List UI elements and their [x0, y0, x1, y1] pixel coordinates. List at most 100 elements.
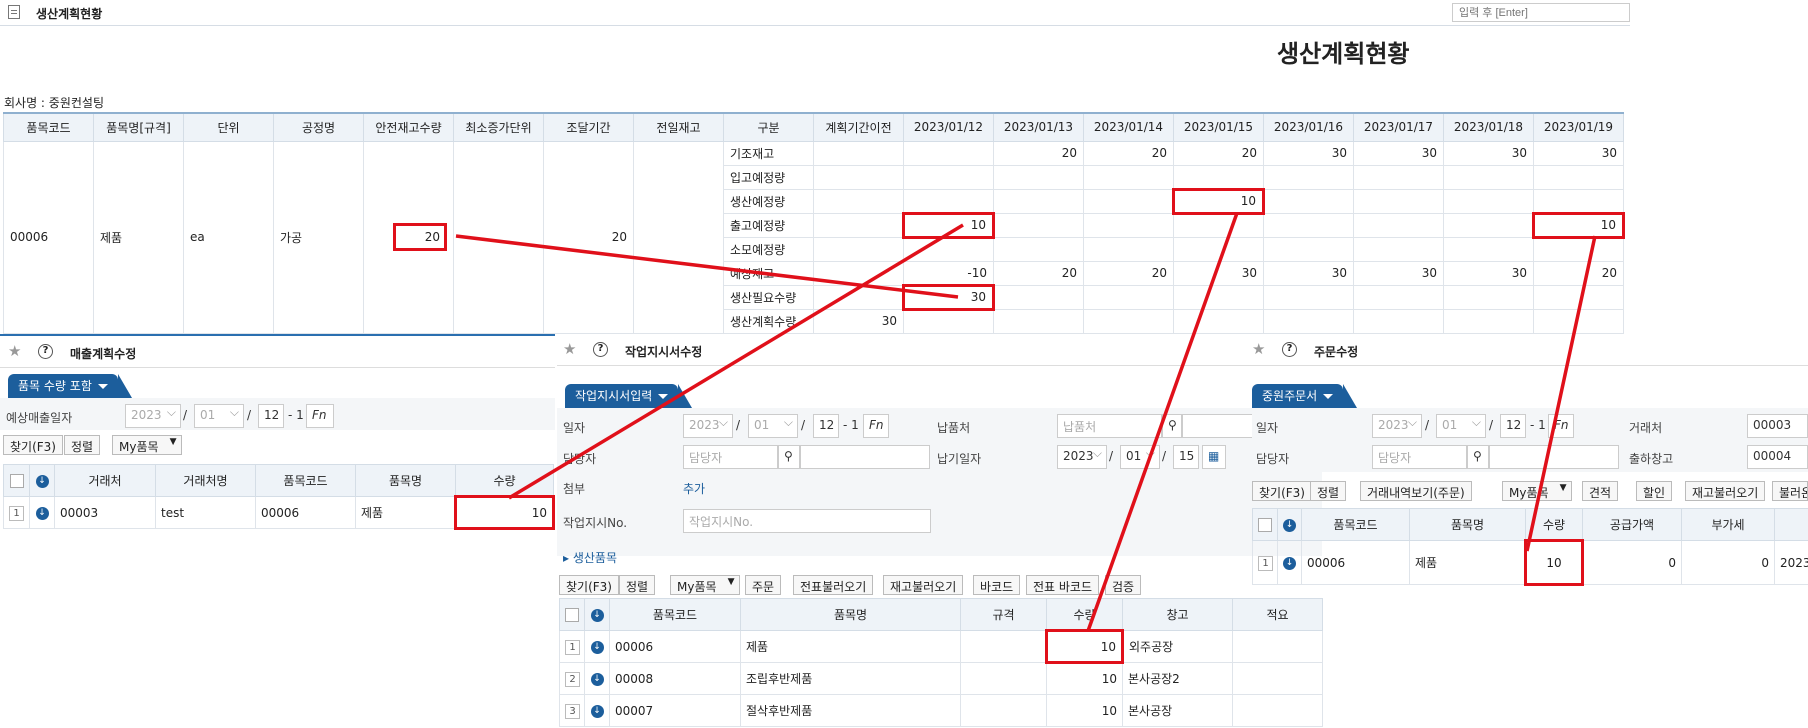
- download-icon[interactable]: ↓: [35, 474, 49, 488]
- cell-item-code[interactable]: 00008: [609, 662, 741, 695]
- supplier-search-icon[interactable]: ⚲: [1162, 414, 1182, 438]
- star-icon[interactable]: ★: [563, 340, 576, 358]
- col-qty[interactable]: 수량: [455, 464, 554, 497]
- fn-button[interactable]: Fn: [863, 414, 889, 438]
- month-select[interactable]: 01: [194, 404, 244, 428]
- col-supply[interactable]: 공급가액: [1582, 508, 1682, 541]
- col-warehouse[interactable]: 창고: [1122, 598, 1233, 631]
- history-button[interactable]: 거래내역보기(주문): [1360, 481, 1472, 501]
- cell-qty[interactable]: 10: [1046, 694, 1123, 727]
- cell-item-code[interactable]: 00006: [609, 630, 741, 663]
- search-input[interactable]: [1452, 3, 1630, 22]
- row-action-icon[interactable]: ↓: [35, 506, 49, 520]
- col-spec[interactable]: 규격: [960, 598, 1047, 631]
- section-production-items[interactable]: ▸ 생산품목: [563, 549, 617, 566]
- calendar-icon[interactable]: ▦: [1202, 445, 1226, 469]
- col-vendor[interactable]: 거래처: [54, 464, 156, 497]
- col-item-code[interactable]: 품목코드: [255, 464, 356, 497]
- manager-input[interactable]: 담당자: [1372, 445, 1467, 469]
- table-row[interactable]: 2 ↓ 00008 조립후반제품 10 본사공장2: [559, 662, 1323, 695]
- cell-item-name[interactable]: 조립후반제품: [740, 662, 961, 695]
- table-row[interactable]: 1 ↓ 00006 제품 10 0 0 2023/01/19: [1252, 539, 1808, 586]
- tab-item-qty[interactable]: 품목 수량 포함: [8, 374, 132, 398]
- col-item-code[interactable]: 품목코드: [1301, 508, 1410, 541]
- cell-spec[interactable]: [960, 662, 1047, 695]
- cell-item-name[interactable]: 제품: [1409, 540, 1526, 585]
- fn-button[interactable]: Fn: [1548, 414, 1574, 438]
- row-action-icon[interactable]: ↓: [590, 640, 604, 654]
- cell-note[interactable]: [1232, 694, 1323, 727]
- col-item-code[interactable]: 품목코드: [609, 598, 741, 631]
- find-button[interactable]: 찾기(F3): [3, 435, 63, 455]
- my-items-button[interactable]: My품목 ▼: [1502, 481, 1572, 501]
- col-note[interactable]: 적요: [1232, 598, 1323, 631]
- due-month-select[interactable]: 01: [1120, 445, 1160, 469]
- col-qty[interactable]: 수량: [1046, 598, 1123, 631]
- vendor-input[interactable]: 00003: [1747, 414, 1808, 438]
- help-icon[interactable]: ?: [1282, 342, 1297, 357]
- select-all-checkbox[interactable]: [1258, 517, 1272, 532]
- download-icon[interactable]: ↓: [590, 608, 604, 622]
- manager-search-icon[interactable]: ⚲: [1467, 445, 1489, 469]
- wo-no-input[interactable]: 작업지시No.: [683, 509, 931, 533]
- cell-vendor-name[interactable]: test: [155, 496, 256, 529]
- sort-button[interactable]: 정렬: [1310, 481, 1347, 501]
- slip-barcode-button[interactable]: 전표 바코드: [1026, 575, 1100, 595]
- cell-note[interactable]: [1232, 662, 1323, 695]
- download-icon[interactable]: ↓: [1283, 518, 1296, 532]
- year-select[interactable]: 2023: [1372, 414, 1422, 438]
- tab-work-order-input[interactable]: 작업지시서입력: [565, 384, 693, 408]
- table-row[interactable]: 3 ↓ 00007 절삭후반제품 10 본사공장: [559, 694, 1323, 727]
- day-input[interactable]: 12: [1500, 414, 1526, 438]
- month-select[interactable]: 01: [748, 414, 798, 438]
- manager-search-icon[interactable]: ⚲: [778, 445, 800, 469]
- cell-item-code[interactable]: 00006: [255, 496, 356, 529]
- col-item-name[interactable]: 품목명: [355, 464, 456, 497]
- quote-button[interactable]: 견적: [1582, 481, 1619, 501]
- sort-button[interactable]: 정렬: [64, 435, 101, 455]
- year-select[interactable]: 2023: [125, 404, 181, 428]
- cell-spec[interactable]: [960, 694, 1047, 727]
- load-stock-button[interactable]: 재고불러오기: [883, 575, 964, 595]
- cell-item-code[interactable]: 00007: [609, 694, 741, 727]
- barcode-button[interactable]: 바코드: [973, 575, 1021, 595]
- cell-qty[interactable]: 10: [1524, 539, 1584, 586]
- verify-button[interactable]: 검증: [1105, 575, 1142, 595]
- cell-qty[interactable]: 10: [1046, 662, 1123, 695]
- select-all-checkbox[interactable]: [565, 607, 579, 622]
- day-input[interactable]: 12: [258, 404, 284, 428]
- col-item-name[interactable]: 품목명: [1409, 508, 1526, 541]
- star-icon[interactable]: ★: [8, 342, 21, 360]
- sort-button[interactable]: 정렬: [619, 575, 656, 595]
- discount-button[interactable]: 할인: [1636, 481, 1673, 501]
- row-action-icon[interactable]: ↓: [590, 704, 604, 718]
- manager-name-input[interactable]: [800, 445, 930, 469]
- cell-item-code[interactable]: 00006: [1301, 540, 1410, 585]
- cell-vat[interactable]: 0: [1681, 540, 1775, 585]
- cell-warehouse[interactable]: 본사공장: [1122, 694, 1233, 727]
- cell-item-name[interactable]: 제품: [740, 630, 961, 663]
- find-button[interactable]: 찾기(F3): [1252, 481, 1312, 501]
- load-button[interactable]: 불러온: [1772, 481, 1808, 501]
- col-date[interactable]: 납: [1774, 508, 1808, 541]
- help-icon[interactable]: ?: [593, 342, 608, 357]
- table-row[interactable]: 1 ↓ 00003 test 00006 제품 10: [3, 495, 555, 530]
- supplier-input[interactable]: 납품처: [1057, 414, 1162, 438]
- cell-warehouse[interactable]: 외주공장: [1122, 630, 1233, 663]
- tab-order-form[interactable]: 중원주문서: [1252, 384, 1358, 408]
- cell-supply[interactable]: 0: [1582, 540, 1682, 585]
- due-year-select[interactable]: 2023: [1057, 445, 1107, 469]
- manager-input[interactable]: 담당자: [683, 445, 778, 469]
- due-day-input[interactable]: 15: [1173, 445, 1199, 469]
- cell-date[interactable]: 2023/01/19: [1774, 540, 1808, 585]
- help-icon[interactable]: ?: [38, 344, 53, 359]
- load-stock-button[interactable]: 재고불러오기: [1685, 481, 1766, 501]
- cell-item-name[interactable]: 절삭후반제품: [740, 694, 961, 727]
- find-button[interactable]: 찾기(F3): [559, 575, 619, 595]
- cell-qty[interactable]: 10: [454, 495, 555, 530]
- cell-spec[interactable]: [960, 630, 1047, 663]
- cell-item-name[interactable]: 제품: [355, 496, 456, 529]
- day-input[interactable]: 12: [813, 414, 839, 438]
- year-select[interactable]: 2023: [683, 414, 733, 438]
- month-select[interactable]: 01: [1436, 414, 1486, 438]
